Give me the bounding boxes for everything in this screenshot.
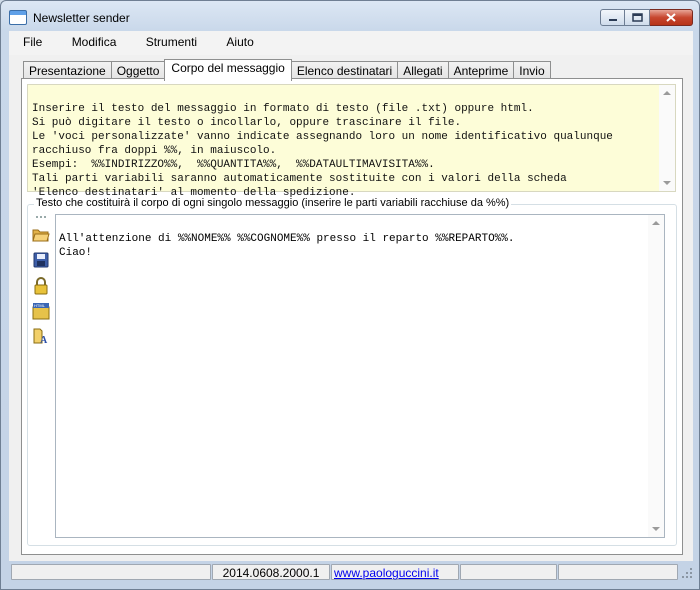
scroll-up-icon[interactable]: [663, 91, 671, 95]
maximize-icon: [631, 13, 643, 22]
instruction-line: Si può digitare il testo o incollarlo, o…: [32, 117, 462, 129]
caption-buttons: [600, 9, 693, 27]
scroll-down-icon[interactable]: [652, 527, 660, 531]
status-panel-empty: [558, 564, 678, 580]
resize-grip-icon[interactable]: [682, 568, 693, 579]
message-body-editor[interactable]: All'attenzione di %%NOME%% %%COGNOME%% p…: [55, 214, 665, 538]
svg-text:A: A: [40, 335, 48, 345]
window-title: Newsletter sender: [33, 11, 130, 25]
editor-scrollbar[interactable]: [648, 215, 664, 537]
instructions-scrollbar[interactable]: [659, 85, 675, 191]
menu-bar: File Modifica Strumenti Aiuto: [9, 31, 693, 55]
editor-toolbar: HTML A: [32, 215, 52, 352]
website-link[interactable]: www.paologuccini.it: [334, 566, 439, 580]
message-body-group: Testo che costituirà il corpo di ogni si…: [27, 197, 677, 546]
instructions-box[interactable]: Inserire il testo del messaggio in forma…: [27, 84, 676, 199]
editor-text: All'attenzione di %%NOME%% %%COGNOME%% p…: [59, 218, 514, 260]
app-window: Newsletter sender File Modifica Strument…: [0, 0, 700, 590]
scroll-down-icon[interactable]: [663, 181, 671, 185]
tab-panel-corpo: Inserire il testo del messaggio in forma…: [21, 78, 683, 555]
status-version: 2014.0608.2000.1: [212, 564, 330, 580]
instruction-line: racchiuso fra doppi %%, in maiuscolo.: [32, 145, 277, 157]
status-panel-empty: [460, 564, 557, 580]
menu-modifica[interactable]: Modifica: [58, 31, 129, 55]
client-area: Presentazione Oggetto Corpo del messaggi…: [9, 55, 693, 561]
instructions-text: Inserire il testo del messaggio in forma…: [32, 88, 613, 200]
html-icon[interactable]: HTML: [32, 302, 50, 320]
svg-text:HTML: HTML: [34, 303, 46, 308]
menu-strumenti[interactable]: Strumenti: [132, 31, 209, 55]
editor-line: Ciao!: [59, 247, 93, 259]
instruction-line: Esempi: %%INDIRIZZO%%, %%QUANTITA%%, %%D…: [32, 159, 435, 171]
open-folder-icon[interactable]: [32, 227, 50, 245]
minimize-button[interactable]: [600, 9, 625, 26]
lock-icon[interactable]: [32, 277, 50, 295]
instruction-line: Tali parti variabili saranno automaticam…: [32, 173, 567, 185]
scroll-up-icon[interactable]: [652, 221, 660, 225]
maximize-button[interactable]: [625, 9, 650, 26]
menu-aiuto[interactable]: Aiuto: [212, 31, 265, 55]
title-bar[interactable]: Newsletter sender: [1, 1, 699, 31]
tab-corpo-del-messaggio[interactable]: Corpo del messaggio: [164, 59, 292, 81]
minimize-icon: [608, 18, 617, 21]
instruction-line: Inserire il testo del messaggio in forma…: [32, 103, 534, 115]
close-icon: [666, 13, 676, 22]
close-button[interactable]: [650, 9, 693, 26]
status-panel-empty: [11, 564, 211, 580]
toolbar-grip-icon[interactable]: [32, 215, 50, 219]
group-legend: Testo che costituirà il corpo di ogni si…: [34, 197, 512, 209]
menu-file[interactable]: File: [9, 31, 54, 55]
editor-line: All'attenzione di %%NOME%% %%COGNOME%% p…: [59, 233, 515, 245]
tab-strip: Presentazione Oggetto Corpo del messaggi…: [23, 59, 551, 81]
status-website-panel: www.paologuccini.it: [331, 564, 459, 580]
app-window-icon: [9, 10, 27, 25]
status-bar: 2014.0608.2000.1 www.paologuccini.it: [9, 564, 693, 582]
instruction-line: Le 'voci personalizzate' vanno indicate …: [32, 131, 613, 143]
save-icon[interactable]: [32, 252, 50, 270]
text-file-icon[interactable]: A: [32, 327, 50, 346]
